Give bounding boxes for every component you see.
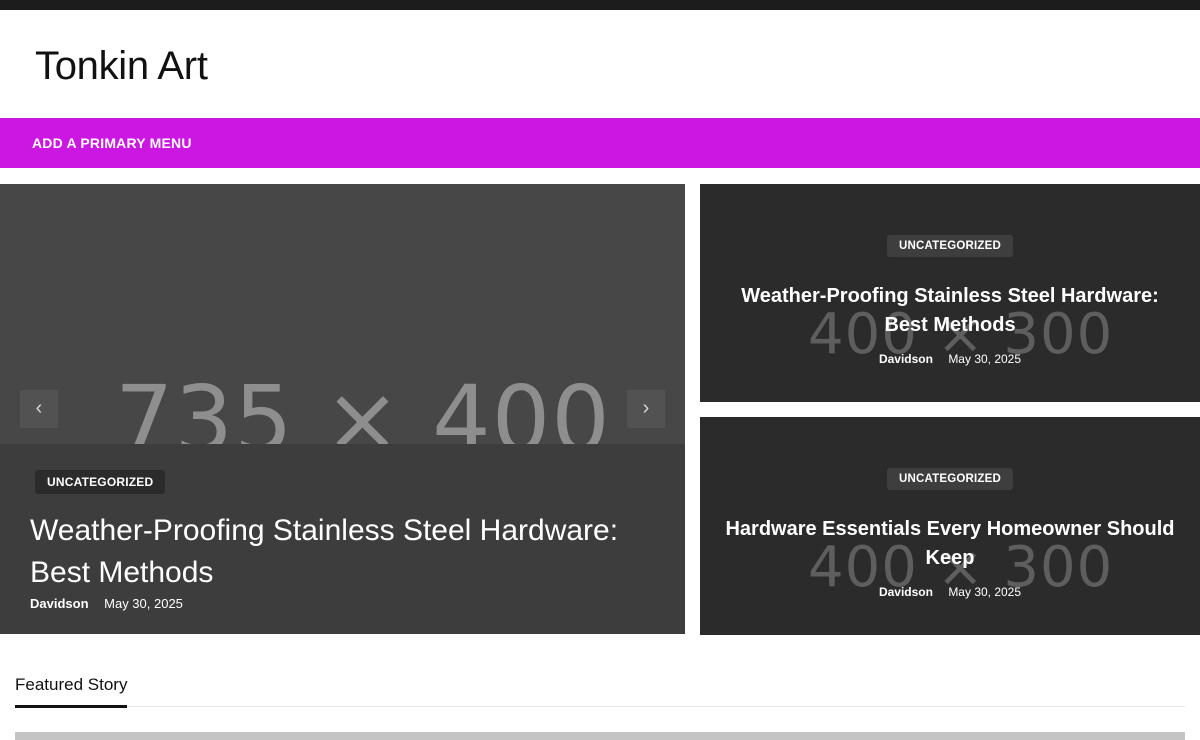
card-category-badge[interactable]: UNCATEGORIZED xyxy=(886,235,1014,257)
slider-post-author[interactable]: Davidson xyxy=(30,596,89,611)
card-post-title[interactable]: Hardware Essentials Every Homeowner Shou… xyxy=(725,515,1175,573)
add-primary-menu-link[interactable]: ADD A PRIMARY MENU xyxy=(32,135,192,151)
site-header: Tonkin Art xyxy=(0,10,1200,118)
slider-prev-button[interactable]: ‹ xyxy=(20,390,58,428)
slider-post-title[interactable]: Weather-Proofing Stainless Steel Hardwar… xyxy=(30,510,650,594)
primary-nav: ADD A PRIMARY MENU xyxy=(0,118,1200,168)
slider-next-button[interactable]: › xyxy=(627,390,665,428)
featured-story-tabs: Featured Story xyxy=(15,670,1185,708)
side-post-card: 400 × 300 UNCATEGORIZED Hardware Essenti… xyxy=(700,417,1200,635)
tab-featured-story[interactable]: Featured Story xyxy=(15,675,128,708)
card-post-author[interactable]: Davidson xyxy=(879,585,933,599)
featured-story-image-top xyxy=(15,732,1185,740)
slider-post-meta: Davidson May 30, 2025 xyxy=(30,596,183,611)
slider-post-date[interactable]: May 30, 2025 xyxy=(104,596,183,611)
card-post-title[interactable]: Weather-Proofing Stainless Steel Hardwar… xyxy=(725,282,1175,340)
top-strip xyxy=(0,0,1200,10)
site-title[interactable]: Tonkin Art xyxy=(35,44,208,89)
card-post-date[interactable]: May 30, 2025 xyxy=(948,352,1021,366)
chevron-right-icon: › xyxy=(642,397,650,419)
slider-category-badge[interactable]: UNCATEGORIZED xyxy=(35,470,166,494)
card-category-badge[interactable]: UNCATEGORIZED xyxy=(886,468,1014,490)
featured-slider: 735 × 400 ‹ › UNCATEGORIZED Weather-Proo… xyxy=(0,184,685,634)
card-post-meta: Davidson May 30, 2025 xyxy=(700,352,1200,366)
card-post-meta: Davidson May 30, 2025 xyxy=(700,585,1200,599)
chevron-left-icon: ‹ xyxy=(35,397,43,419)
card-post-author[interactable]: Davidson xyxy=(879,352,933,366)
side-post-card: 400 × 300 UNCATEGORIZED Weather-Proofing… xyxy=(700,184,1200,402)
card-post-date[interactable]: May 30, 2025 xyxy=(948,585,1021,599)
slider-placeholder-lower xyxy=(115,368,555,444)
